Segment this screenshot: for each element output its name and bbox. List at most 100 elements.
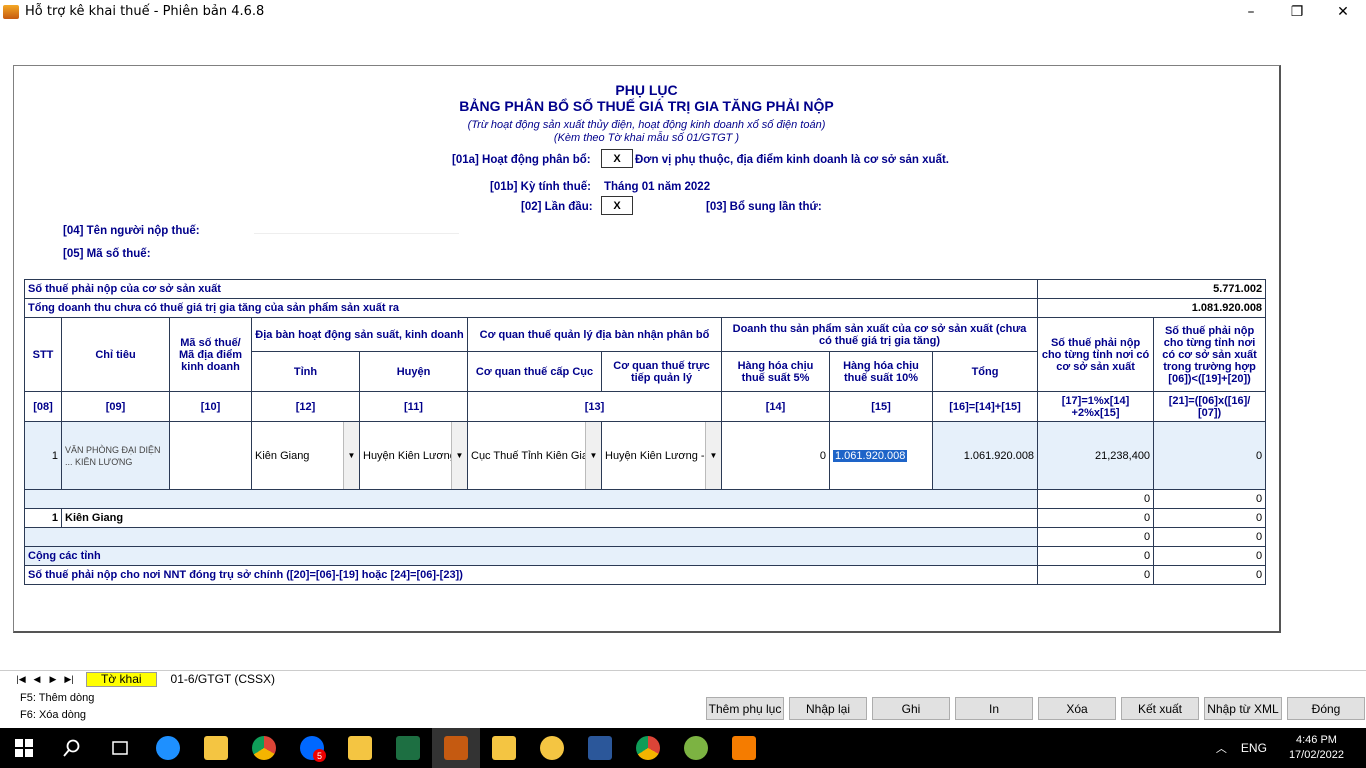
zalo-icon[interactable]: 5 <box>288 728 336 768</box>
col-5pct: Hàng hóa chịu thuế suất 5% <box>721 351 830 392</box>
search-icon[interactable] <box>48 728 96 768</box>
cong-v21: 0 <box>1153 546 1267 566</box>
table-row: 0 0 <box>23 489 1267 509</box>
blank2-v21: 0 <box>1153 527 1267 547</box>
table-row: Số thuế phải nộp cho nơi NNT đóng trụ sở… <box>23 565 1267 585</box>
chevron-down-icon[interactable]: ▼ <box>343 422 359 489</box>
chevron-down-icon[interactable]: ▼ <box>585 422 601 489</box>
form-note-2: (Kèm theo Tờ khai mẫu số 01/GTGT ) <box>553 132 740 144</box>
ie-icon[interactable] <box>144 728 192 768</box>
table-row: Cộng các tỉnh 0 0 <box>23 546 1267 566</box>
row1-v14[interactable]: 0 <box>721 421 830 490</box>
code-17: [17]=1%x[14] +2%x[15] <box>1037 391 1155 422</box>
notification-badge: 5 <box>313 749 326 762</box>
row1-tructiep-select[interactable]: Huyện Kiên Lương - ▼ <box>601 421 722 490</box>
code-14: [14] <box>721 391 830 422</box>
task-view-icon[interactable] <box>96 728 144 768</box>
blank-row <box>23 527 1039 547</box>
word-icon[interactable] <box>576 728 624 768</box>
table-row: Tổng doanh thu chưa có thuế giá trị gia … <box>23 298 1267 318</box>
revenue-value[interactable]: 1.081.920.008 <box>1037 298 1267 318</box>
col-tong: Tổng <box>931 351 1039 392</box>
save-button[interactable]: Ghi <box>872 697 950 720</box>
chevron-down-icon[interactable]: ▼ <box>451 422 467 489</box>
add-appendix-button[interactable]: Thêm phụ lục <box>706 697 784 720</box>
field-01a-desc: Đơn vị phụ thuộc, địa điểm kinh doanh là… <box>635 154 949 166</box>
row1-cuc-select[interactable]: Cục Thuế Tỉnh Kiên Giang ▼ <box>467 421 602 490</box>
field-05-label: [05] Mã số thuế: <box>63 248 151 260</box>
row1-tructiep: Huyện Kiên Lương - <box>605 449 705 462</box>
row1-huyen-select[interactable]: Huyện Kiên Lương ▼ <box>359 421 468 490</box>
htkk-icon[interactable] <box>432 728 480 768</box>
table-header-row: STT Chỉ tiêu Mã số thuế/ Mã địa điểm kin… <box>24 317 1267 392</box>
restore-button[interactable]: ❐ <box>1274 0 1320 23</box>
field-01b-value: Tháng 01 năm 2022 <box>604 181 711 193</box>
chrome-icon[interactable] <box>240 728 288 768</box>
row1-v15-cell[interactable]: 1.061.920.008 <box>829 421 933 490</box>
form-subtitle: BẢNG PHÂN BỔ SỐ THUẾ GIÁ TRỊ GIA TĂNG PH… <box>459 98 834 114</box>
etax-2-icon[interactable] <box>480 728 528 768</box>
reset-button[interactable]: Nhập lại <box>789 697 867 720</box>
delete-button[interactable]: Xóa <box>1038 697 1116 720</box>
field-03-label: [03] Bổ sung lần thứ: <box>706 201 822 213</box>
row1-tinh-select[interactable]: Kiên Giang ▼ <box>251 421 360 490</box>
code-09: [09] <box>61 391 170 422</box>
row1-name[interactable]: VĂN PHÒNG ĐẠI DIỆN ... KIÊN LƯƠNG <box>61 421 170 490</box>
nnt-label: Số thuế phải nộp cho nơi NNT đóng trụ sở… <box>23 565 1039 585</box>
etax-icon[interactable] <box>336 728 384 768</box>
next-sheet-icon[interactable]: ▶ <box>46 672 60 686</box>
last-sheet-icon[interactable]: ▶| <box>62 672 76 686</box>
field-02-checkbox[interactable]: X <box>601 196 633 215</box>
right-margin <box>1282 65 1366 633</box>
chevron-down-icon[interactable]: ▼ <box>705 422 721 489</box>
row1-v15[interactable]: 1.061.920.008 <box>833 449 908 462</box>
tab-to-khai[interactable]: Tờ khai <box>86 671 157 687</box>
minimize-button[interactable]: – <box>1228 0 1274 23</box>
clock-time: 4:46 PM <box>1295 734 1337 746</box>
sum-v21: 0 <box>1153 508 1267 528</box>
field-04-label: [04] Tên người nộp thuế: <box>63 225 200 237</box>
hint-f6: F6: Xóa dòng <box>20 709 87 721</box>
first-sheet-icon[interactable]: |◀ <box>14 672 28 686</box>
tax-payable-label: Số thuế phải nộp của cơ sở sản xuất <box>23 279 1039 299</box>
sum-name: Kiên Giang <box>60 508 1039 528</box>
nnt-v21: 0 <box>1153 565 1267 585</box>
coccoc-icon[interactable] <box>528 728 576 768</box>
green-app-icon[interactable] <box>672 728 720 768</box>
windows-start-icon[interactable] <box>0 728 48 768</box>
close-button[interactable]: ✕ <box>1320 0 1366 23</box>
field-01a-checkbox[interactable]: X <box>601 149 633 168</box>
import-xml-button[interactable]: Nhập từ XML <box>1204 697 1282 720</box>
col-tinh: Tỉnh <box>251 351 360 392</box>
table-row: 1 Kiên Giang 0 0 <box>24 508 1267 528</box>
table-row: 0 0 <box>23 527 1267 547</box>
row1-mst[interactable] <box>169 421 252 490</box>
code-08: [08] <box>24 391 62 422</box>
code-16: [16]=[14]+[15] <box>931 391 1039 422</box>
allocation-table: Số thuế phải nộp của cơ sở sản xuất 5.77… <box>23 279 1267 585</box>
clock[interactable]: 4:46 PM 17/02/2022 <box>1289 733 1344 763</box>
sum-v17: 0 <box>1037 508 1155 528</box>
cong-v17: 0 <box>1037 546 1155 566</box>
close-form-button[interactable]: Đóng <box>1287 697 1365 720</box>
language-indicator[interactable]: ENG <box>1241 741 1267 755</box>
sum-stt: 1 <box>24 508 62 528</box>
form-note-1: (Trừ hoạt động sản xuất thủy điện, hoạt … <box>467 119 826 131</box>
col-17: Số thuế phải nộp cho từng tỉnh nơi có cơ… <box>1037 317 1155 392</box>
pdf-icon[interactable] <box>720 728 768 768</box>
chrome-2-icon[interactable] <box>624 728 672 768</box>
col-diaban: Địa bàn hoạt động sản suất, kinh doanh <box>251 317 468 352</box>
tax-payable-value[interactable]: 5.771.002 <box>1037 279 1267 299</box>
table-row: 1 VĂN PHÒNG ĐẠI DIỆN ... KIÊN LƯƠNG Kiên… <box>24 421 1267 490</box>
prev-sheet-icon[interactable]: ◀ <box>30 672 44 686</box>
cong-label: Cộng các tỉnh <box>23 546 1039 566</box>
chevron-up-icon[interactable]: ︿ <box>1216 740 1227 756</box>
table-row: Số thuế phải nộp của cơ sở sản xuất 5.77… <box>23 279 1267 299</box>
title-bar: Hỗ trợ kê khai thuế - Phiên bản 4.6.8 – … <box>0 0 1366 23</box>
tab-01-6-gtgt[interactable]: 01-6/GTGT (CSSX) <box>157 672 289 687</box>
print-button[interactable]: In <box>955 697 1033 720</box>
excel-icon[interactable] <box>384 728 432 768</box>
export-button[interactable]: Kết xuất <box>1121 697 1199 720</box>
folder-icon[interactable] <box>192 728 240 768</box>
code-21: [21]=([06]x([16]/ [07]) <box>1153 391 1267 422</box>
